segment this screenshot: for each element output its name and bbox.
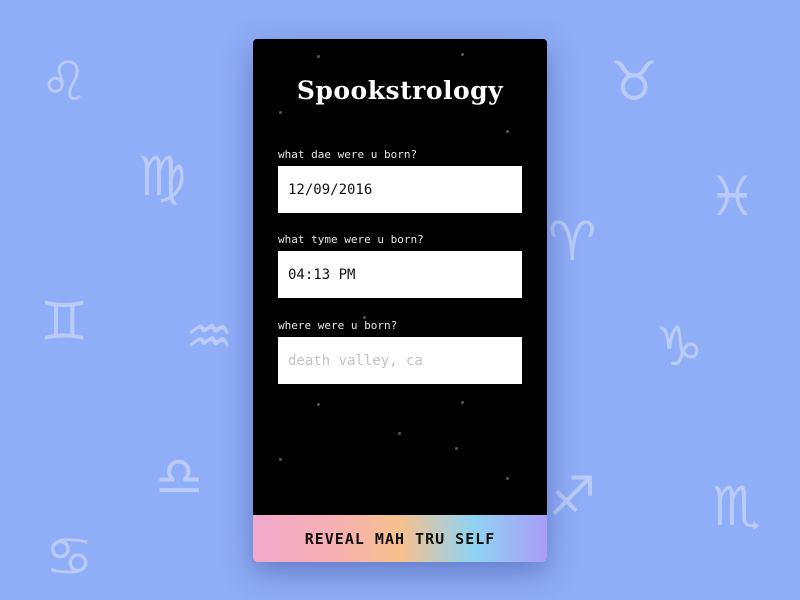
cancer-icon: ♋ [45, 525, 94, 588]
star-dot [506, 130, 509, 133]
birth-time-input[interactable] [278, 251, 522, 298]
star-dot [398, 432, 401, 435]
app-title: Spookstrology [296, 76, 504, 105]
star-dot [461, 53, 464, 56]
star-dot [506, 477, 509, 480]
gemini-icon: ♊ [40, 290, 89, 353]
star-dot [279, 458, 282, 461]
aries-icon: ♈ [548, 210, 597, 273]
star-dot [279, 111, 282, 114]
birth-date-label: what dae were u born? [278, 148, 418, 161]
star-dot [317, 55, 320, 58]
star-dot [317, 403, 320, 406]
birth-time-label: what tyme were u born? [278, 233, 424, 246]
capricorn-icon: ♑ [655, 315, 704, 378]
libra-icon: ♎ [155, 445, 204, 508]
taurus-icon: ♉ [610, 50, 659, 113]
star-dot [455, 447, 458, 450]
sagittarius-icon: ♐ [548, 465, 597, 528]
birth-place-label: where were u born? [278, 319, 398, 332]
scorpio-icon: ♏ [712, 475, 761, 538]
birth-place-input[interactable] [278, 337, 522, 384]
reveal-button[interactable]: REVEAL MAH TRU SELF [253, 515, 547, 562]
virgo-icon: ♍ [138, 145, 187, 208]
birth-date-input[interactable] [278, 166, 522, 213]
pisces-icon: ♓ [708, 165, 757, 228]
aquarius-icon: ♒ [185, 305, 234, 368]
leo-icon: ♌ [40, 50, 89, 113]
star-dot [461, 401, 464, 404]
horoscope-form-card: Spookstrology what dae were u born? what… [253, 39, 547, 562]
